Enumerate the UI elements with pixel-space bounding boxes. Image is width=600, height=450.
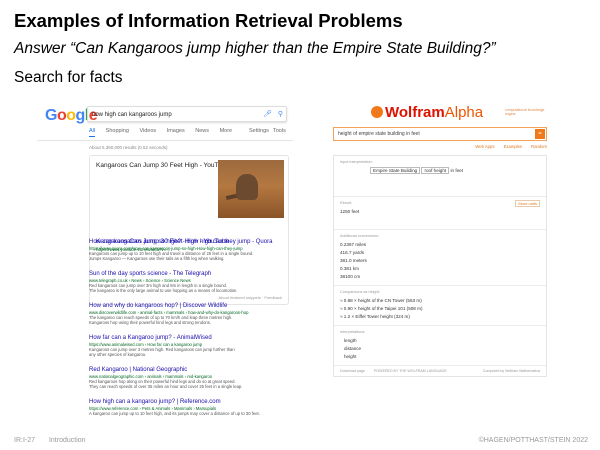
wolfram-alpha-logo[interactable]: WolframAlpha xyxy=(371,104,483,121)
result-snippet: Jumps Kangaroo — Kangaroos use their tai… xyxy=(89,256,225,261)
result-title[interactable]: How high can a kangaroo jump? | Referenc… xyxy=(89,398,285,406)
slide-bullet: Search for facts xyxy=(14,69,123,86)
wolfram-tagline: computational knowledge engine xyxy=(505,108,545,116)
slide-copyright: ©HAGEN/POTTHAST/STEIN 2022 xyxy=(478,437,588,444)
featured-snippet-title: Kangaroos Can Jump 30 Feet High - YouTub… xyxy=(96,162,230,169)
pod-header: Result: xyxy=(340,201,352,205)
conversion-row: 381.0 meters xyxy=(340,258,367,263)
slide-subtitle: Answer “Can Kangaroos jump higher than t… xyxy=(14,40,496,57)
result-snippet: A kangaroo can jump up to 10 feet high, … xyxy=(89,411,260,416)
tab-videos[interactable]: Videos xyxy=(139,128,156,134)
pod-header: Input interpretation: xyxy=(340,160,373,164)
pod-header: Comparisons as height: xyxy=(340,290,380,294)
search-result: How far can a Kangaroo jump? - AnimalWis… xyxy=(89,334,285,357)
slide-title: Examples of Information Retrieval Proble… xyxy=(14,10,403,31)
pod-header: Interpretations: xyxy=(340,330,366,334)
google-search-input[interactable]: how high can kangaroos jump 🎤︎ ⚲ xyxy=(87,106,287,122)
wolfram-search-input[interactable]: height of empire state building in feet … xyxy=(333,127,547,141)
interpretation-row: length xyxy=(344,338,357,343)
google-query-text: how high can kangaroos jump xyxy=(92,112,172,118)
pod-conversions: Additional conversions: 0.2367 miles 416… xyxy=(334,230,546,286)
search-result: How and why do kangaroos hop? | Discover… xyxy=(89,302,285,325)
tab-all[interactable]: All xyxy=(89,128,96,137)
search-icon[interactable]: ⚲ xyxy=(278,107,283,123)
submit-icon[interactable]: = xyxy=(535,129,545,139)
divider xyxy=(37,140,293,141)
interp-unit: in feet xyxy=(450,168,463,173)
result-stats: About 5,360,000 results (0.52 seconds) xyxy=(89,145,168,150)
slide-footer-left: IR:I-27 Introduction xyxy=(14,437,98,444)
slide-number: IR:I-27 xyxy=(14,437,36,444)
result-snippet: Kangaroos hop using their powerful hind … xyxy=(89,320,211,325)
logo-text: Wolfram xyxy=(385,104,445,121)
conversion-row: 38100 cm xyxy=(340,274,361,279)
tab-settings[interactable]: Settings xyxy=(249,128,269,134)
result-title[interactable]: Red Kangaroo | National Geographic xyxy=(89,366,285,374)
tab-news[interactable]: News xyxy=(195,128,209,134)
result-snippet: any other species of kangaroo. xyxy=(89,352,147,357)
search-result: How high can a kangaroo jump? | Referenc… xyxy=(89,398,285,416)
wolfram-toolbar: Web Apps Examples Random xyxy=(333,144,547,149)
result-value: 1250 feet xyxy=(340,209,360,214)
conversion-row: 416.7 yards xyxy=(340,250,365,255)
comparison-row: ≈ 0.88 × height of the CN Tower (553 m) xyxy=(340,298,422,303)
pod-input-interpretation: Input interpretation: Empire State Build… xyxy=(334,156,546,197)
comparison-row: ≈ 1.2 × Eiffel Tower height (324 m) xyxy=(340,314,410,319)
microphone-icon[interactable]: 🎤︎ xyxy=(263,107,272,123)
wolfram-sun-icon xyxy=(371,106,383,118)
pod-interpretations: Interpretations: length distance height xyxy=(334,326,546,366)
interpretation-row: height xyxy=(344,354,357,359)
kangaroo-image[interactable] xyxy=(218,160,284,218)
wolfram-query-text: height of empire state building in feet xyxy=(338,131,420,137)
result-title[interactable]: How and why do kangaroos hop? | Discover… xyxy=(89,302,285,310)
wolfram-alpha-screenshot: WolframAlpha computational knowledge eng… xyxy=(327,100,552,430)
conversion-row: 0.381 km xyxy=(340,266,359,271)
examples-link[interactable]: Examples xyxy=(504,144,522,149)
tab-tools[interactable]: Tools xyxy=(273,128,286,134)
tab-images[interactable]: Images xyxy=(167,128,185,134)
logo-text-alpha: Alpha xyxy=(444,104,484,121)
download-page-link[interactable]: Download page xyxy=(340,369,365,373)
wolfram-footer: Download page POWERED BY THE WOLFRAM LAN… xyxy=(334,366,546,376)
pod-result: Result: 1250 feet More units xyxy=(334,197,546,230)
web-apps-link[interactable]: Web Apps xyxy=(475,144,494,149)
computed-by-text: Computed by Wolfram Mathematica xyxy=(482,369,540,373)
more-units-button[interactable]: More units xyxy=(515,200,540,207)
search-result: Red Kangaroo | National Geographic www.n… xyxy=(89,366,285,389)
random-link[interactable]: Random xyxy=(531,144,547,149)
interpretation-row: distance xyxy=(344,346,362,351)
result-title[interactable]: How can kangaroos jump so high? - How hi… xyxy=(89,238,285,246)
result-title[interactable]: Sun of the day sports science - The Tele… xyxy=(89,270,285,278)
search-result: Sun of the day sports science - The Tele… xyxy=(89,270,285,293)
tab-shopping[interactable]: Shopping xyxy=(106,128,129,134)
tab-more[interactable]: More xyxy=(220,128,233,134)
result-snippet: The kangaroo is the only large animal to… xyxy=(89,288,238,293)
google-search-screenshot: Google how high can kangaroos jump 🎤︎ ⚲ … xyxy=(37,100,293,430)
slide-section: Introduction xyxy=(48,437,86,444)
interp-entity: Empire State Building xyxy=(370,167,421,174)
interp-property: roof height xyxy=(421,167,450,174)
conversion-row: 0.2367 miles xyxy=(340,242,367,247)
google-tabs: All Shopping Videos Images News More Set… xyxy=(89,128,289,137)
result-snippet: They can reach speeds of over 35 miles a… xyxy=(89,384,243,389)
comparison-row: ≈ 0.90 × height of the Taipei 101 (508 m… xyxy=(340,306,423,311)
featured-snippet-feedback[interactable]: About featured snippets · Feedback xyxy=(219,295,282,300)
pod-comparisons: Comparisons as height: ≈ 0.88 × height o… xyxy=(334,286,546,326)
pod-header: Additional conversions: xyxy=(340,234,380,238)
search-result: How can kangaroos jump so high? - How hi… xyxy=(89,238,285,261)
result-title[interactable]: How far can a Kangaroo jump? - AnimalWis… xyxy=(89,334,285,342)
powered-by-text: POWERED BY THE WOLFRAM LANGUAGE xyxy=(373,369,447,373)
wolfram-results: Input interpretation: Empire State Build… xyxy=(333,155,547,377)
interpretation-line: Empire State Building roof height in fee… xyxy=(340,167,540,175)
